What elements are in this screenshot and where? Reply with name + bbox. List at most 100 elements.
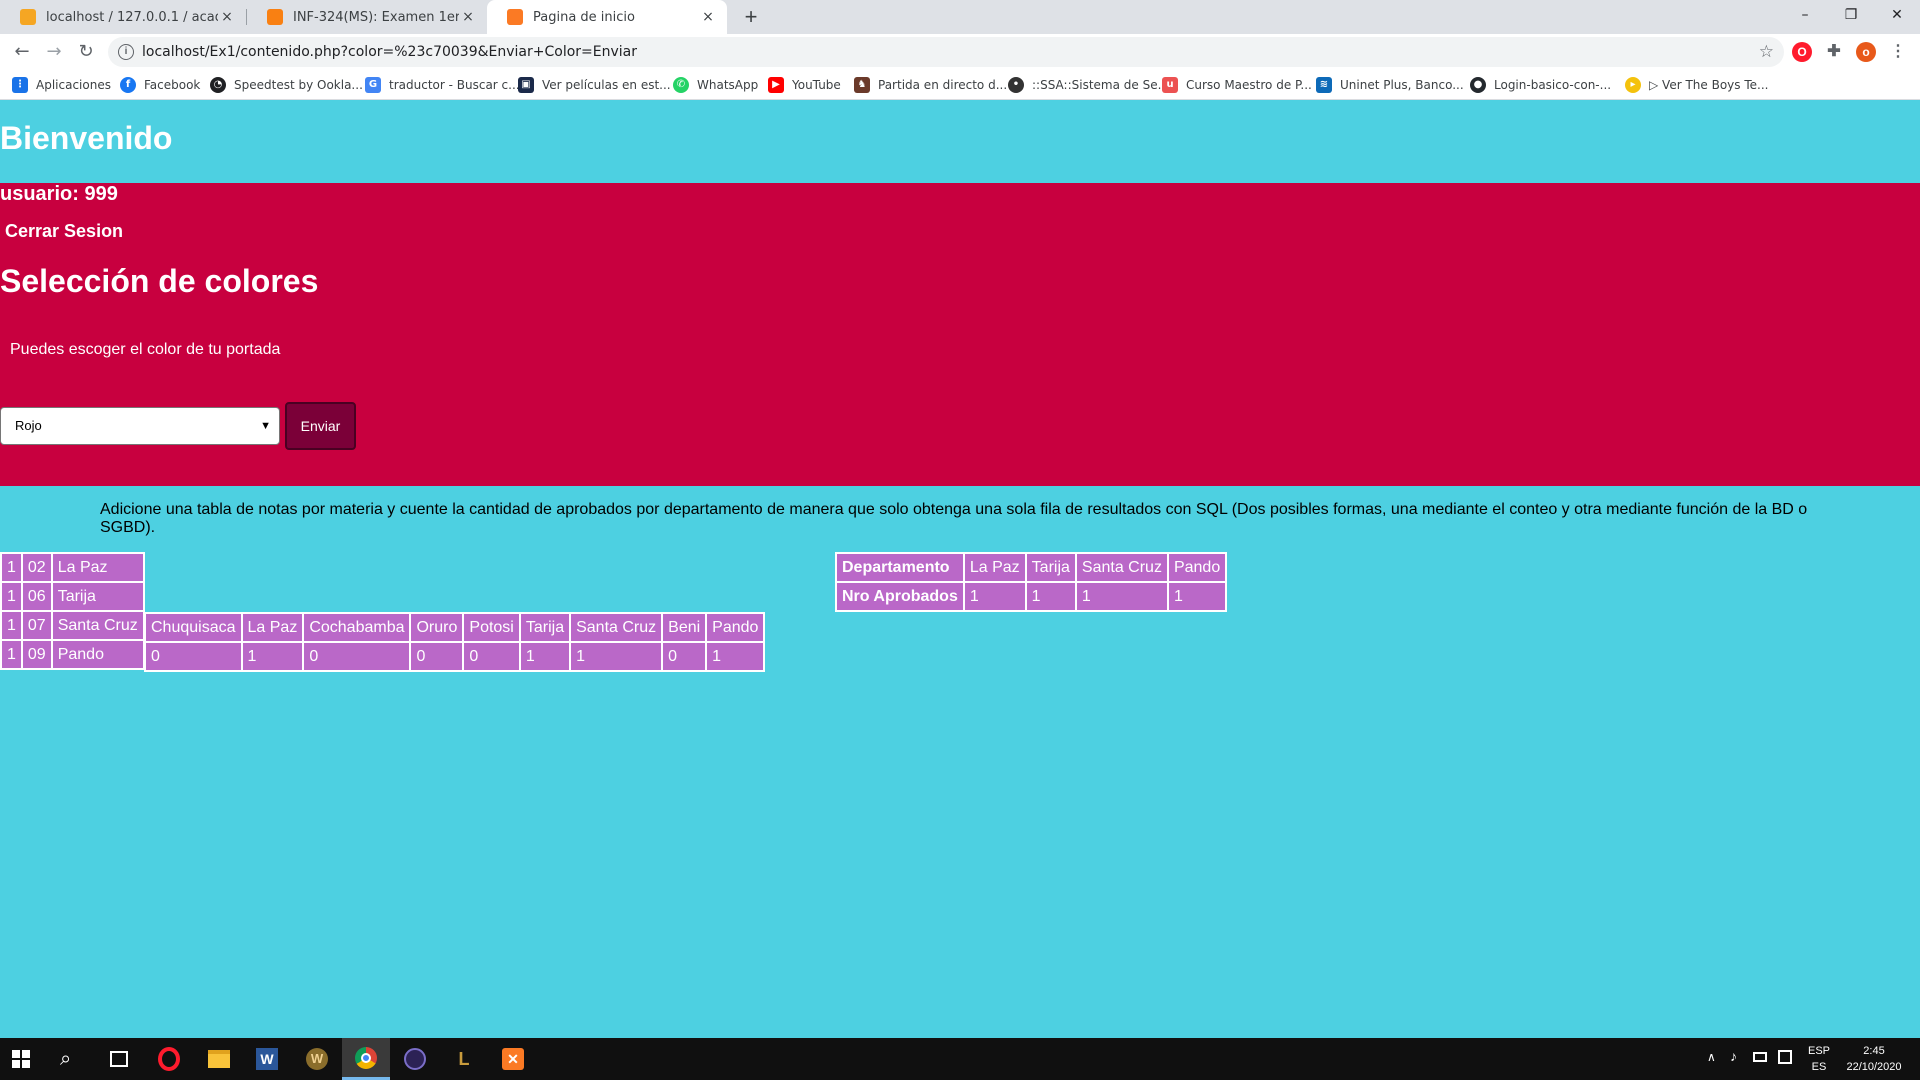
- table-cell: Tarija: [52, 583, 143, 610]
- table-cell: 1: [1168, 583, 1226, 610]
- bookmark-ssa[interactable]: •::SSA::Sistema de Se...: [1008, 70, 1169, 100]
- bookmark-star-icon[interactable]: ☆: [1759, 37, 1774, 67]
- language-code-secondary: ES: [1811, 1061, 1827, 1073]
- menu-kebab-icon[interactable]: ⋮: [1888, 42, 1908, 62]
- url-text[interactable]: localhost/Ex1/contenido.php?color=%23c70…: [142, 37, 637, 67]
- table-cell: Pando: [1168, 554, 1226, 581]
- chess-icon: ♞: [854, 77, 870, 93]
- table-header-row: Departamento La Paz Tarija Santa Cruz Pa…: [837, 554, 1226, 581]
- speedtest-icon: ◔: [210, 77, 226, 93]
- color-select[interactable]: Rojo ▼: [0, 407, 280, 445]
- bookmark-label: Partida en directo d...: [878, 78, 1008, 92]
- tray-chevron-up-icon[interactable]: ∧: [1707, 1050, 1716, 1064]
- logout-link[interactable]: Cerrar Sesion: [5, 221, 123, 242]
- section-title: Selección de colores: [0, 263, 319, 299]
- game-launcher-icon[interactable]: W: [306, 1048, 328, 1070]
- clock[interactable]: 2:45 22/10/2020: [1838, 1043, 1910, 1075]
- submit-button[interactable]: Enviar: [285, 402, 356, 450]
- bookmark-partida[interactable]: ♞ Partida en directo d...: [854, 70, 1007, 100]
- facebook-icon: f: [120, 77, 136, 93]
- table-cell: 0: [411, 643, 463, 670]
- windows-start-icon[interactable]: [12, 1050, 30, 1068]
- table-cell: 07: [22, 612, 51, 639]
- bookmark-traductor[interactable]: Gtraductor - Buscar c...: [365, 70, 520, 100]
- table-cell: 1: [2, 583, 21, 610]
- bookmark-facebook[interactable]: f Facebook: [120, 70, 200, 100]
- profile-avatar[interactable]: o: [1856, 42, 1876, 62]
- table-cell: 02: [22, 554, 51, 581]
- bookmark-curso[interactable]: u Curso Maestro de P...: [1162, 70, 1312, 100]
- network-icon[interactable]: [1753, 1052, 1767, 1062]
- address-bar[interactable]: i localhost/Ex1/contenido.php?color=%23c…: [108, 37, 1784, 67]
- play-icon: ▸: [1625, 77, 1641, 93]
- volume-icon[interactable]: ♪: [1730, 1048, 1737, 1064]
- close-tab-icon[interactable]: ×: [699, 9, 717, 25]
- language-indicator[interactable]: ESP ES: [1806, 1043, 1832, 1075]
- windows-taskbar: ⌕ W W L ✕ ∧ ♪ ESP ES 2:45 22/10/2020: [0, 1038, 1920, 1080]
- new-tab-button[interactable]: +: [738, 4, 764, 30]
- opera-extension-icon[interactable]: O: [1792, 42, 1812, 62]
- bookmark-label: ▷ Ver The Boys Te...: [1649, 78, 1769, 92]
- apps-grid-icon: ⋮: [12, 77, 28, 93]
- table-cell: La Paz: [52, 554, 143, 581]
- column-header: La Paz: [242, 614, 303, 641]
- tab-title: INF-324(MS): Examen 1er Parcial: [293, 9, 459, 25]
- table-cell: 06: [22, 583, 51, 610]
- instruction-text: Puedes escoger el color de tu portada: [10, 341, 281, 358]
- notification-icon[interactable]: [1778, 1050, 1792, 1064]
- forward-arrow-icon[interactable]: →: [40, 38, 68, 66]
- page-content: Bienvenido usuario: 999 Cerrar Sesion Se…: [0, 100, 1920, 1038]
- info-icon[interactable]: i: [118, 44, 134, 60]
- bookmark-github[interactable]: ● Login-basico-con-...: [1470, 70, 1611, 100]
- user-label: usuario: 999: [0, 183, 118, 205]
- tab-phpmyadmin[interactable]: localhost / 127.0.0.1 / academico ×: [0, 0, 246, 34]
- bookmark-label: Curso Maestro de P...: [1186, 78, 1312, 92]
- bookmark-aplicaciones[interactable]: ⋮ Aplicaciones: [12, 70, 111, 100]
- reload-icon[interactable]: ↻: [72, 38, 100, 66]
- back-arrow-icon[interactable]: ←: [8, 38, 36, 66]
- bookmark-speedtest[interactable]: ◔ Speedtest by Ookla...: [210, 70, 363, 100]
- tab-title: Pagina de inicio: [533, 9, 635, 25]
- chrome-taskbar-icon[interactable]: [342, 1038, 390, 1080]
- bookmark-label: ::SSA::Sistema de Se...: [1032, 78, 1170, 92]
- table-cell: 0: [304, 643, 410, 670]
- approved-students-table: 1 02 La Paz 1 06 Tarija 1 07 Santa Cruz …: [0, 552, 145, 670]
- bookmark-label: Ver películas en est...: [542, 78, 671, 92]
- table-cell: 1: [707, 643, 764, 670]
- table-row: 1 07 Santa Cruz: [2, 612, 143, 639]
- bookmark-label: Facebook: [144, 78, 201, 92]
- word-icon[interactable]: W: [256, 1048, 278, 1070]
- bookmark-label: Login-basico-con-...: [1494, 78, 1612, 92]
- wifi-icon: ≋: [1316, 77, 1332, 93]
- restore-button[interactable]: ❐: [1828, 0, 1874, 30]
- file-explorer-icon[interactable]: [208, 1050, 230, 1068]
- minimize-button[interactable]: –: [1782, 0, 1828, 30]
- page-title: Bienvenido: [0, 120, 173, 156]
- column-header: Tarija: [520, 614, 570, 641]
- close-window-button[interactable]: ✕: [1874, 0, 1920, 30]
- tab-pagina-inicio[interactable]: Pagina de inicio ×: [487, 0, 727, 34]
- tab-moodle[interactable]: INF-324(MS): Examen 1er Parcial ×: [247, 0, 487, 34]
- extensions-puzzle-icon[interactable]: ✚: [1824, 42, 1844, 62]
- bookmark-uninet[interactable]: ≋ Uninet Plus, Banco...: [1316, 70, 1464, 100]
- table-row: 1 06 Tarija: [2, 583, 143, 610]
- table-cell: 1: [2, 612, 21, 639]
- bookmark-theboys[interactable]: ▸ ▷ Ver The Boys Te...: [1625, 70, 1768, 100]
- search-icon[interactable]: ⌕: [60, 1046, 71, 1070]
- xampp-icon: [507, 9, 523, 25]
- tab-title: localhost / 127.0.0.1 / academico: [46, 9, 218, 25]
- league-icon[interactable]: L: [454, 1047, 474, 1071]
- bookmark-peliculas[interactable]: ▣ Ver películas en est...: [518, 70, 671, 100]
- task-view-icon[interactable]: [110, 1051, 128, 1067]
- eclipse-icon[interactable]: [404, 1048, 426, 1070]
- bookmark-youtube[interactable]: ▶ YouTube: [768, 70, 841, 100]
- close-tab-icon[interactable]: ×: [459, 9, 477, 25]
- bookmark-whatsapp[interactable]: ✆ WhatsApp: [673, 70, 758, 100]
- phpmyadmin-icon: [20, 9, 36, 25]
- youtube-icon: ▶: [768, 77, 784, 93]
- opera-taskbar-icon[interactable]: [158, 1047, 180, 1071]
- close-tab-icon[interactable]: ×: [218, 9, 236, 25]
- xampp-taskbar-icon[interactable]: ✕: [502, 1048, 524, 1070]
- table-cell: 1: [571, 643, 662, 670]
- table-cell: 0: [663, 643, 706, 670]
